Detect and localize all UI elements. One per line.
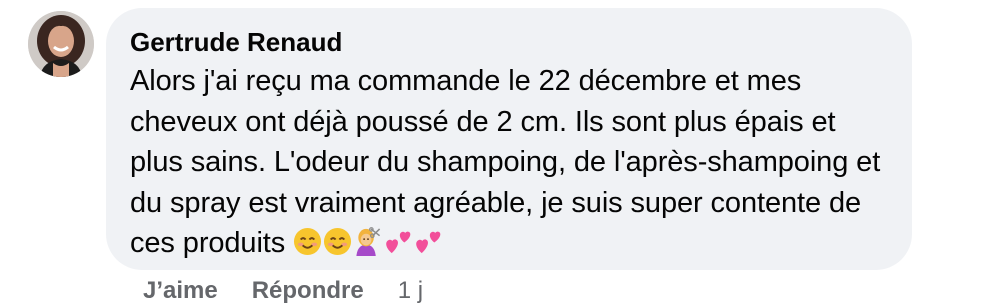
like-button[interactable]: J’aime [143, 277, 218, 305]
timestamp[interactable]: 1 j [398, 277, 423, 305]
person-haircut-icon [353, 227, 383, 268]
two-hearts-icon [384, 227, 413, 268]
smiling-face-icon [323, 227, 352, 268]
avatar[interactable] [28, 11, 94, 77]
smiling-face-icon [293, 227, 322, 268]
comment-text: Alors j'ai reçu ma commande le 22 décemb… [130, 65, 881, 259]
emoji-group [293, 227, 444, 259]
two-hearts-icon [414, 227, 443, 268]
comment-text-block: Alors j'ai reçu ma commande le 22 décemb… [130, 61, 888, 268]
profile-photo [28, 11, 94, 77]
comment-bubble: Gertrude Renaud Alors j'ai reçu ma comma… [106, 8, 912, 270]
comment: Gertrude Renaud Alors j'ai reçu ma comma… [0, 0, 995, 307]
comment-author[interactable]: Gertrude Renaud [130, 26, 888, 58]
comment-actions: J’aime Répondre 1 j [143, 274, 423, 307]
reply-button[interactable]: Répondre [252, 277, 364, 305]
